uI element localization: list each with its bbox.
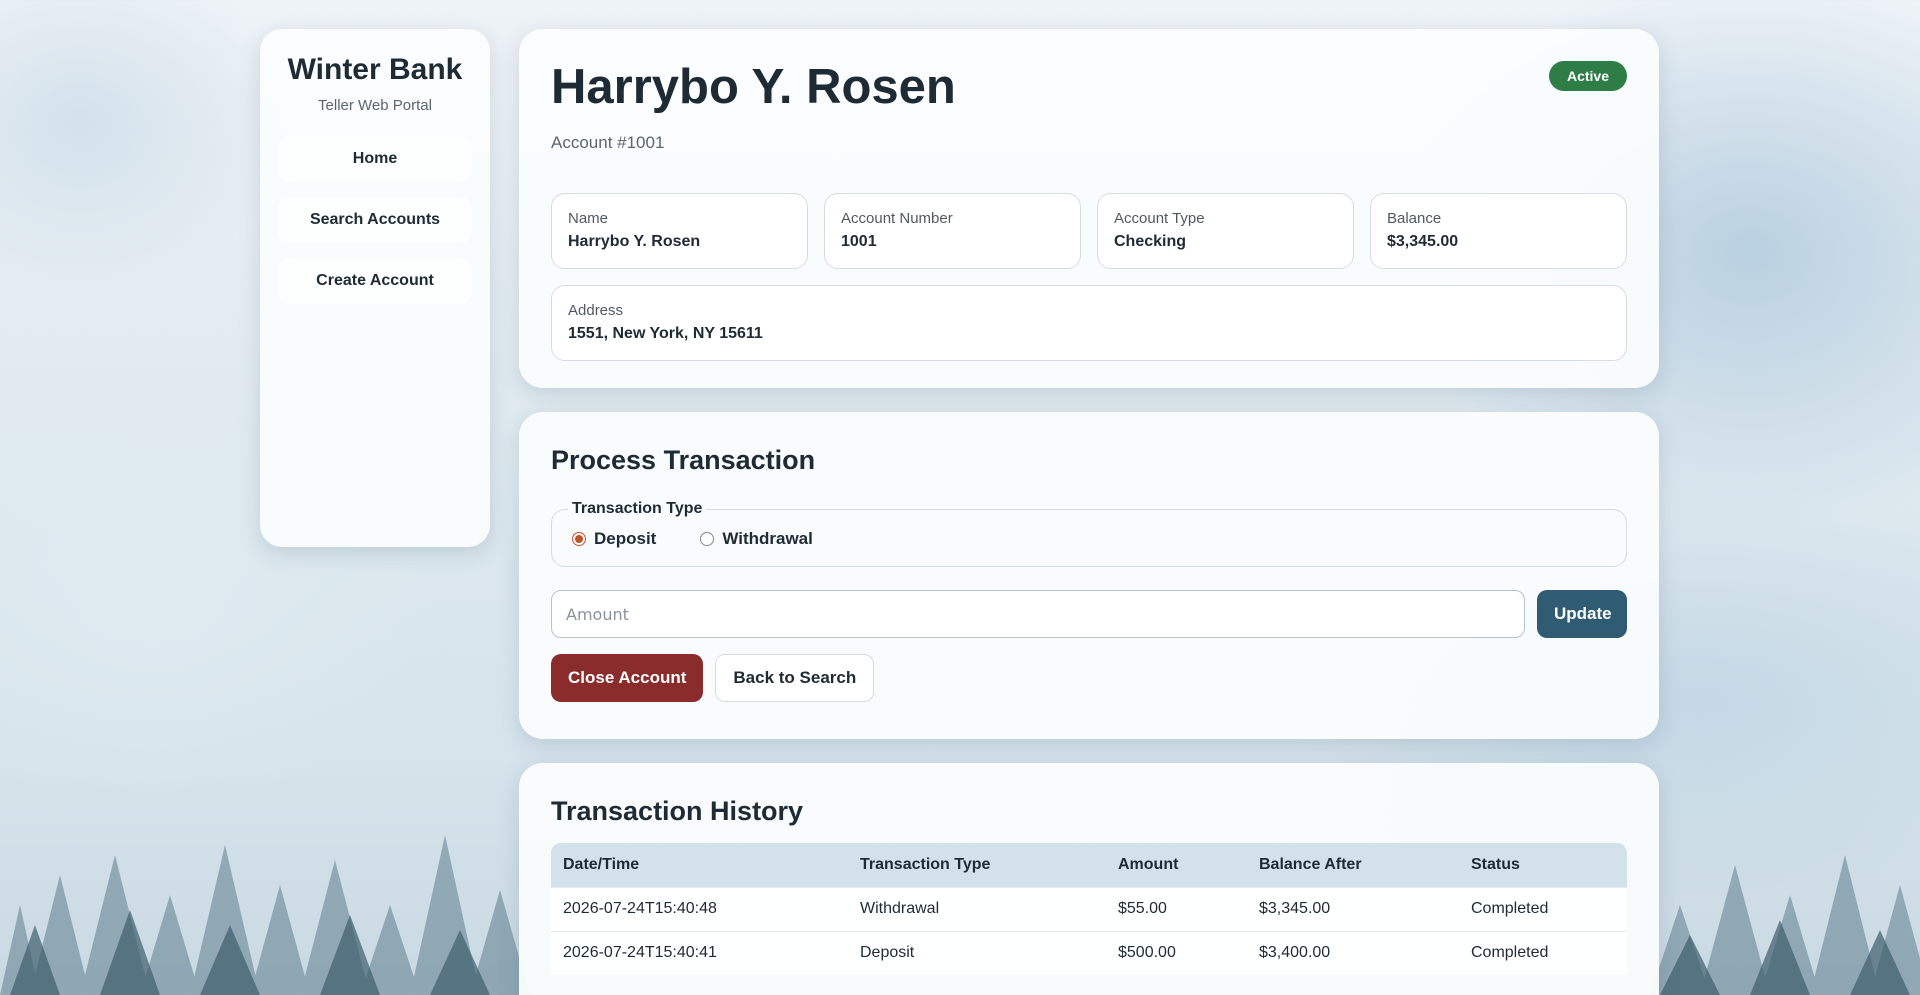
process-transaction-card: Process Transaction Transaction Type Dep… [519, 412, 1659, 739]
radio-checked-icon[interactable] [572, 532, 586, 546]
transaction-type-legend: Transaction Type [572, 500, 703, 517]
field-label: Account Type [1114, 210, 1205, 227]
account-holder-name: Harrybo Y. Rosen [551, 60, 956, 114]
amount-input[interactable] [551, 590, 1525, 638]
table-header-row: Date/Time Transaction Type Amount Balanc… [551, 843, 1627, 887]
section-title: Transaction History [551, 796, 804, 826]
amount-row: Update [551, 590, 1627, 638]
nav-search-accounts[interactable]: Search Accounts [278, 197, 472, 243]
field-account-number: Account Number 1001 [824, 193, 1081, 269]
field-value: 1001 [841, 233, 877, 250]
radio-unchecked-icon[interactable] [700, 532, 715, 546]
radio-deposit[interactable]: Deposit [572, 529, 656, 549]
table-row: 2026-07-24T15:40:48 Withdrawal $55.00 $3… [551, 886, 1627, 931]
cell-type: Withdrawal [848, 886, 1106, 931]
table-row: 2026-07-24T15:40:41 Deposit $500.00 $3,4… [551, 930, 1627, 975]
field-label: Address [568, 302, 624, 319]
field-name: Name Harrybo Y. Rosen [551, 193, 808, 269]
transaction-type-group: Transaction Type Deposit Withdrawal [551, 500, 1627, 567]
cell-datetime: 2026-07-24T15:40:48 [551, 886, 848, 931]
nav-create-account[interactable]: Create Account [278, 258, 472, 304]
cell-balance-after: $3,345.00 [1247, 886, 1459, 931]
column-header: Transaction Type [860, 855, 991, 873]
radio-withdrawal[interactable]: Withdrawal [700, 529, 813, 549]
cell-status: Completed [1459, 930, 1627, 975]
status-badge: Active [1548, 61, 1627, 91]
field-value: 1551, New York, NY 15611 [568, 325, 763, 342]
field-value: Harrybo Y. Rosen [568, 233, 701, 250]
cell-datetime: 2026-07-24T15:40:41 [551, 930, 848, 975]
field-label: Account Number [841, 210, 953, 227]
account-number-line: Account #1001 [551, 133, 665, 152]
account-fields: Name Harrybo Y. Rosen Account Number 100… [551, 193, 1627, 269]
field-balance: Balance $3,345.00 [1370, 193, 1627, 269]
close-account-button[interactable]: Close Account [551, 654, 704, 702]
field-value: Checking [1114, 233, 1187, 250]
radio-label: Withdrawal [722, 529, 813, 548]
column-header: Amount [1118, 855, 1179, 873]
field-value: $3,345.00 [1387, 233, 1459, 250]
column-header: Balance After [1259, 855, 1362, 873]
field-label: Name [568, 210, 609, 227]
radio-label: Deposit [594, 529, 657, 548]
field-account-type: Account Type Checking [1097, 193, 1354, 269]
nav-home[interactable]: Home [278, 136, 472, 182]
transaction-history-card: Transaction History Date/Time Transactio… [519, 763, 1659, 995]
field-address: Address 1551, New York, NY 15611 [551, 285, 1627, 361]
cell-amount: $55.00 [1106, 886, 1247, 931]
column-header: Status [1471, 855, 1520, 873]
sidebar-nav: Home Search Accounts Create Account [260, 136, 490, 304]
column-header: Date/Time [563, 855, 640, 873]
cell-status: Completed [1459, 886, 1627, 931]
cell-type: Deposit [848, 930, 1106, 975]
sidebar: Winter Bank Teller Web Portal Home Searc… [260, 29, 490, 547]
cell-amount: $500.00 [1106, 930, 1247, 975]
section-title: Process Transaction [551, 445, 816, 475]
action-row: Close Account Back to Search [551, 654, 1627, 702]
history-table: Date/Time Transaction Type Amount Balanc… [551, 843, 1627, 975]
field-label: Balance [1387, 210, 1442, 227]
back-to-search-button[interactable]: Back to Search [715, 654, 875, 702]
cell-balance-after: $3,400.00 [1247, 930, 1459, 975]
update-button[interactable]: Update [1537, 590, 1627, 638]
brand-subtitle: Teller Web Portal [318, 97, 432, 114]
brand-name: Winter Bank [287, 53, 463, 86]
account-overview-card: Harrybo Y. Rosen Account #1001 Active Na… [519, 29, 1659, 388]
